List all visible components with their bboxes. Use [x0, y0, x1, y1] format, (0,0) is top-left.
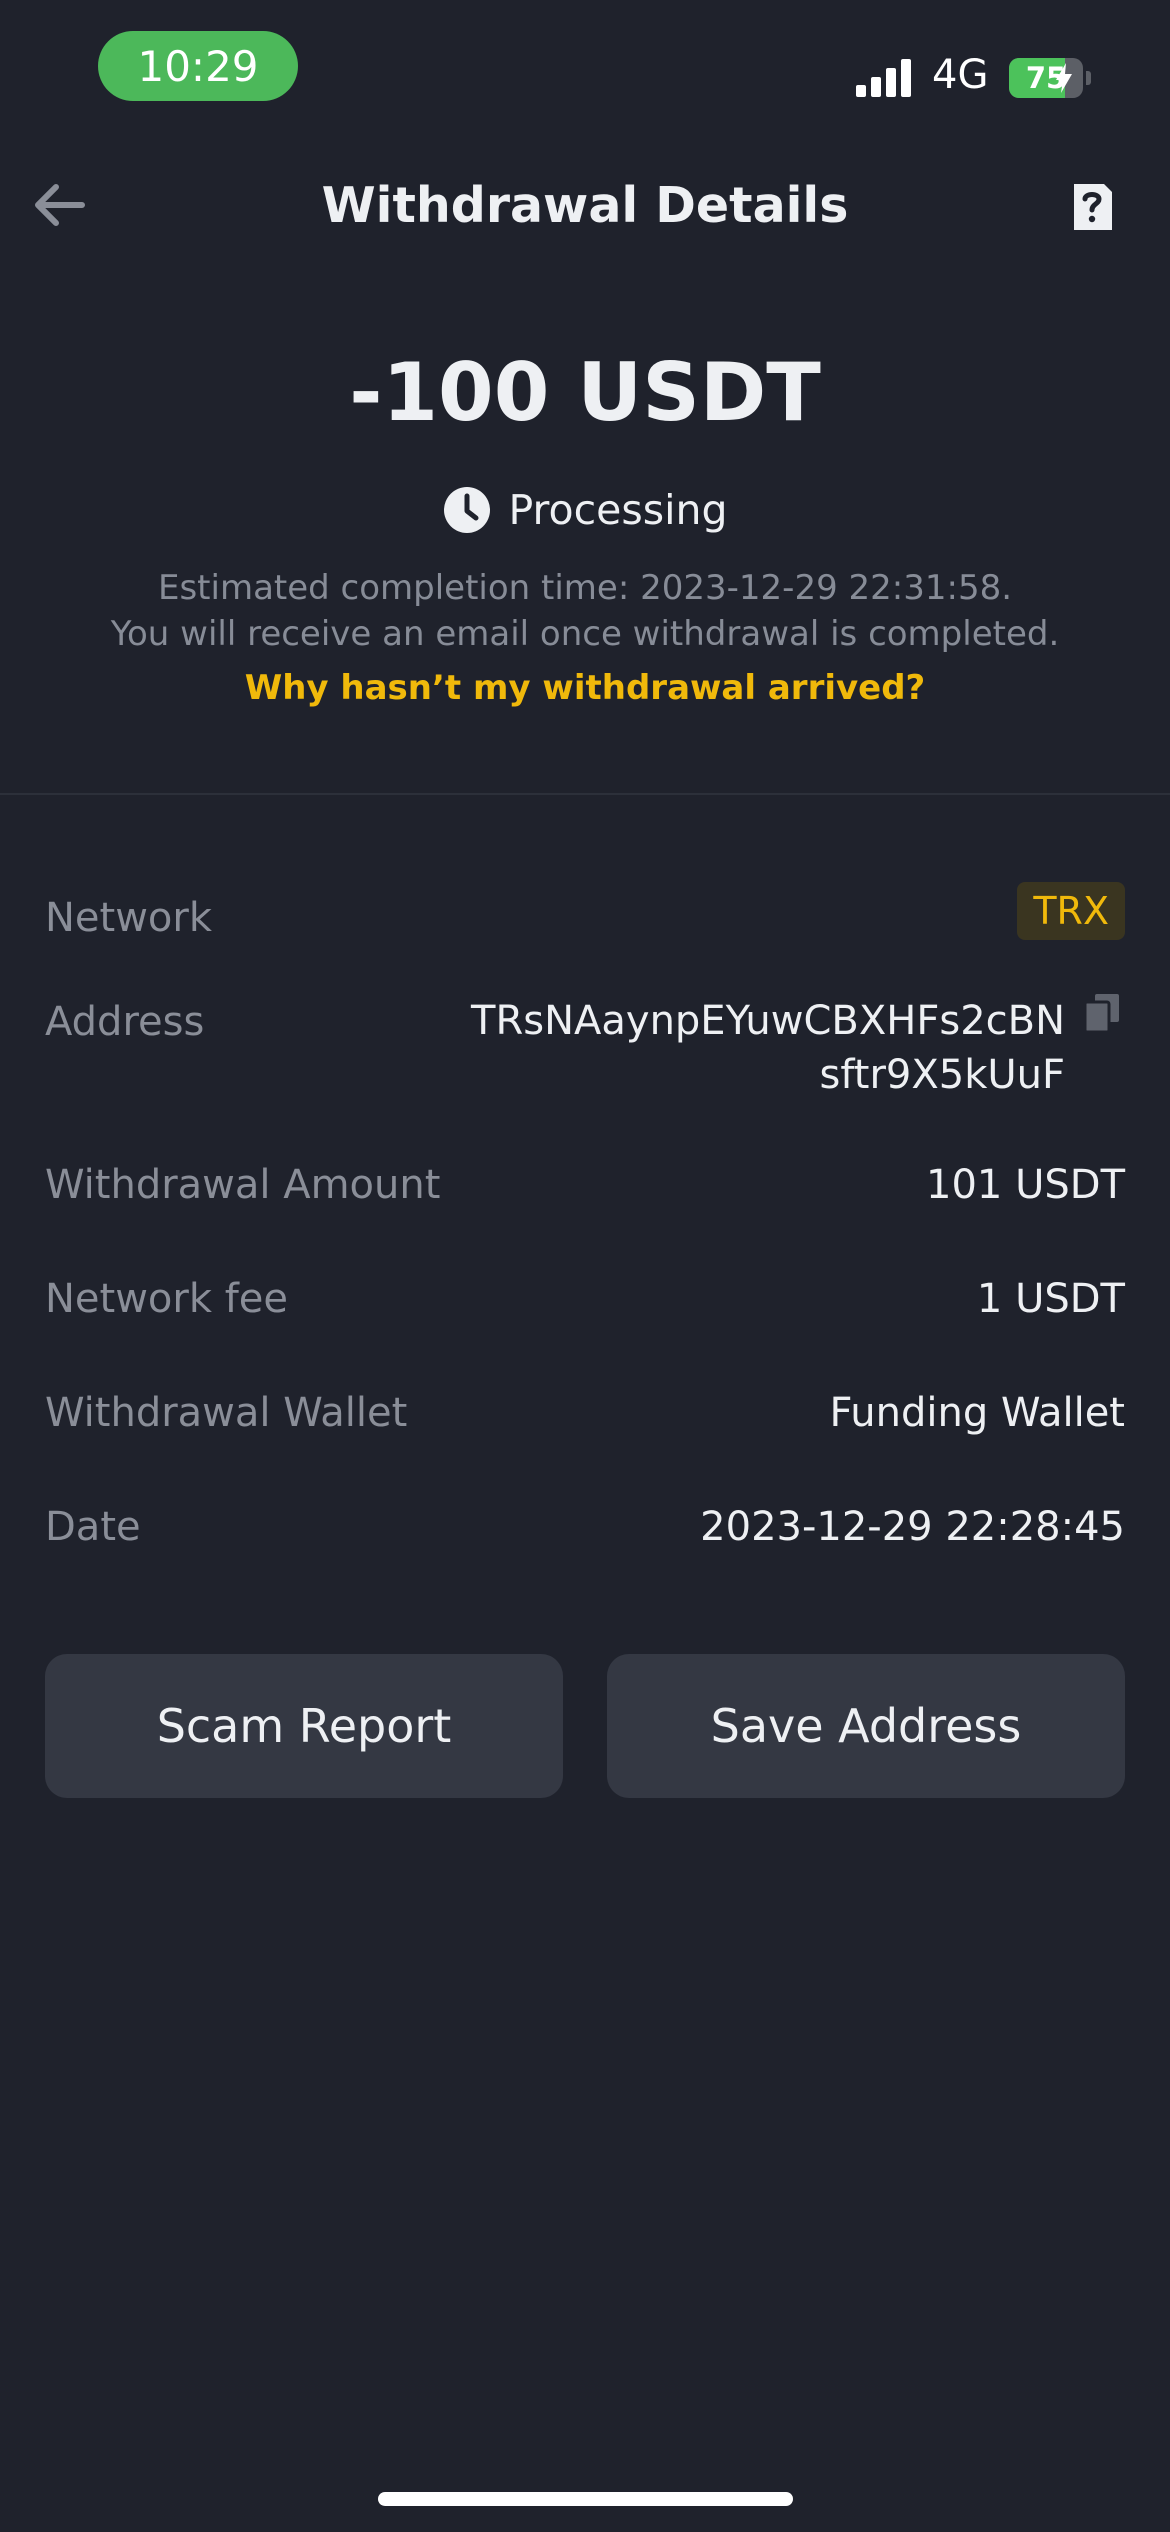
address-row: Address TRsNAaynpEYuwCBXHFs2cBN sftr9X5k… — [45, 994, 1125, 1104]
amount-row: Withdrawal Amount 101 USDT — [45, 1157, 1125, 1213]
network-label: Network — [45, 895, 213, 941]
network-fee-label: Network fee — [45, 1276, 289, 1322]
status-row: Processing — [0, 478, 1170, 542]
charging-bolt-icon — [1056, 63, 1072, 93]
scam-report-button[interactable]: Scam Report — [45, 1654, 563, 1798]
date-label: Date — [45, 1504, 141, 1550]
wallet-row: Withdrawal Wallet Funding Wallet — [45, 1385, 1125, 1441]
address-value: TRsNAaynpEYuwCBXHFs2cBN sftr9X5kUuF — [445, 994, 1065, 1102]
help-button[interactable] — [1065, 180, 1119, 234]
eta-note: Estimated completion time: 2023-12-29 22… — [157, 568, 1013, 608]
status-time: 10:29 — [98, 31, 298, 101]
page-title: Withdrawal Details — [321, 176, 849, 234]
cellular-signal-icon — [856, 59, 911, 97]
battery-icon: 75 — [1009, 58, 1091, 98]
withdrawal-wallet-value: Funding Wallet — [829, 1390, 1125, 1436]
network-fee-value: 1 USDT — [976, 1276, 1125, 1322]
network-type: 4G — [932, 52, 989, 98]
address-line-2: sftr9X5kUuF — [819, 1052, 1065, 1098]
network-row: Network TRX — [45, 882, 1125, 946]
withdrawal-amount-value: 101 USDT — [926, 1162, 1125, 1208]
battery-cap — [1086, 71, 1091, 85]
status-bar: 10:29 4G 75 — [0, 0, 1170, 140]
address-line-1: TRsNAaynpEYuwCBXHFs2cBN — [471, 998, 1065, 1044]
divider — [0, 793, 1170, 795]
home-indicator — [378, 2492, 793, 2506]
withdrawal-help-link[interactable]: Why hasn’t my withdrawal arrived? — [0, 668, 1170, 708]
network-badge: TRX — [1017, 882, 1125, 940]
date-row: Date 2023-12-29 22:28:45 — [45, 1499, 1125, 1555]
back-button[interactable] — [26, 175, 90, 235]
address-label: Address — [45, 999, 205, 1045]
withdrawal-wallet-label: Withdrawal Wallet — [45, 1390, 408, 1436]
email-note: You will receive an email once withdrawa… — [110, 614, 1060, 654]
withdrawal-amount-heading: -100 USDT — [349, 346, 821, 439]
clock-icon — [443, 487, 490, 533]
withdrawal-amount-label: Withdrawal Amount — [45, 1162, 441, 1208]
help-document-icon — [1074, 184, 1112, 230]
copy-icon[interactable] — [1085, 994, 1119, 1032]
save-address-button[interactable]: Save Address — [607, 1654, 1125, 1798]
nav-bar: Withdrawal Details — [0, 160, 1170, 250]
status-text: Processing — [508, 486, 728, 534]
date-value: 2023-12-29 22:28:45 — [700, 1504, 1125, 1550]
arrow-left-icon — [35, 184, 85, 226]
fee-row: Network fee 1 USDT — [45, 1271, 1125, 1327]
